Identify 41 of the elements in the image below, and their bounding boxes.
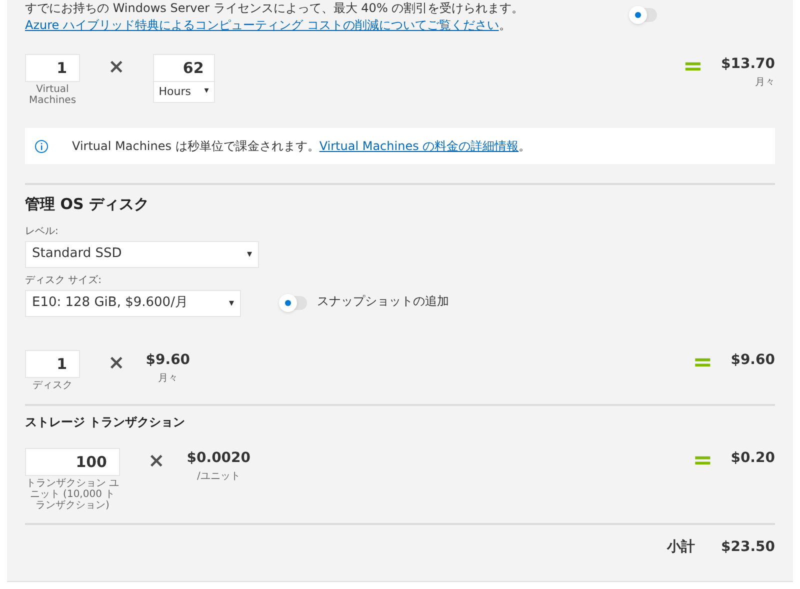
hours-input[interactable]: 62 — [152, 54, 215, 82]
total-price: $13.70 — [720, 55, 775, 74]
section-heading: 管理 OS ディスク — [25, 194, 150, 215]
multiply-sign: × — [148, 450, 165, 470]
total-price: $0.20 — [730, 448, 775, 468]
pricing-details-link[interactable]: Virtual Machines の料金の詳細情報 — [319, 139, 519, 153]
input-caption: Virtual Machines — [28, 84, 78, 106]
description-text: すでにお持ちの Windows Server ライセンスによって、最大 40% の割引を受けられます。 Azure ハイブリッド特典によるコンピューティング コストの削減についてご覧ください。 — [25, 0, 525, 34]
subtotal-label: 小計 — [666, 538, 695, 556]
equals-sign: = — [692, 350, 713, 374]
input-caption: ディスク — [32, 380, 72, 390]
caret-icon: ▾ — [228, 296, 234, 310]
unit-dropdown[interactable]: Hours ▾ — [152, 82, 215, 103]
dropdown[interactable]: Standard SSD ▾ — [25, 240, 259, 268]
info-text: Virtual Machines は秒単位で課金されます。Virtual Machines の料金の詳細情報。 — [72, 138, 531, 155]
unit-price: $0.0020 — [186, 448, 251, 468]
caret-icon: ▾ — [246, 246, 252, 262]
equals-sign: = — [682, 54, 703, 78]
field-label: ディスク サイズ: — [25, 274, 103, 288]
info-icon — [35, 140, 48, 152]
price-period: 月々 — [158, 372, 178, 386]
multiply-sign: × — [108, 56, 125, 76]
number-input[interactable]: 100 — [25, 448, 120, 476]
equals-sign: = — [692, 448, 713, 472]
section-heading: ストレージ トランザクション — [25, 414, 186, 430]
field-label: レベル: — [25, 224, 60, 238]
number-input[interactable]: 1 — [25, 350, 80, 378]
dropdown[interactable]: E10: 128 GiB, $9.600/月 ▾ — [25, 290, 241, 316]
unit-price: $9.60 — [146, 350, 190, 370]
toggle-label: スナップショットの追加 — [317, 293, 449, 310]
subtotal-value: $23.50 — [720, 538, 775, 556]
total-price: $9.60 — [730, 350, 775, 370]
number-input[interactable]: 1 — [25, 54, 80, 82]
price-period: /ユニット — [196, 470, 240, 484]
price-period: 月々 — [755, 76, 775, 90]
toggle-switch[interactable] — [281, 296, 307, 310]
hybrid-benefit-link[interactable]: Azure ハイブリッド特典によるコンピューティング コストの削減についてご覧ください — [25, 18, 499, 32]
input-caption: トランザクション ユニット (10,000 トランザクション) — [25, 478, 120, 510]
toggle-switch[interactable] — [631, 8, 657, 22]
caret-icon: ▾ — [204, 85, 209, 99]
multiply-sign: × — [108, 352, 125, 372]
